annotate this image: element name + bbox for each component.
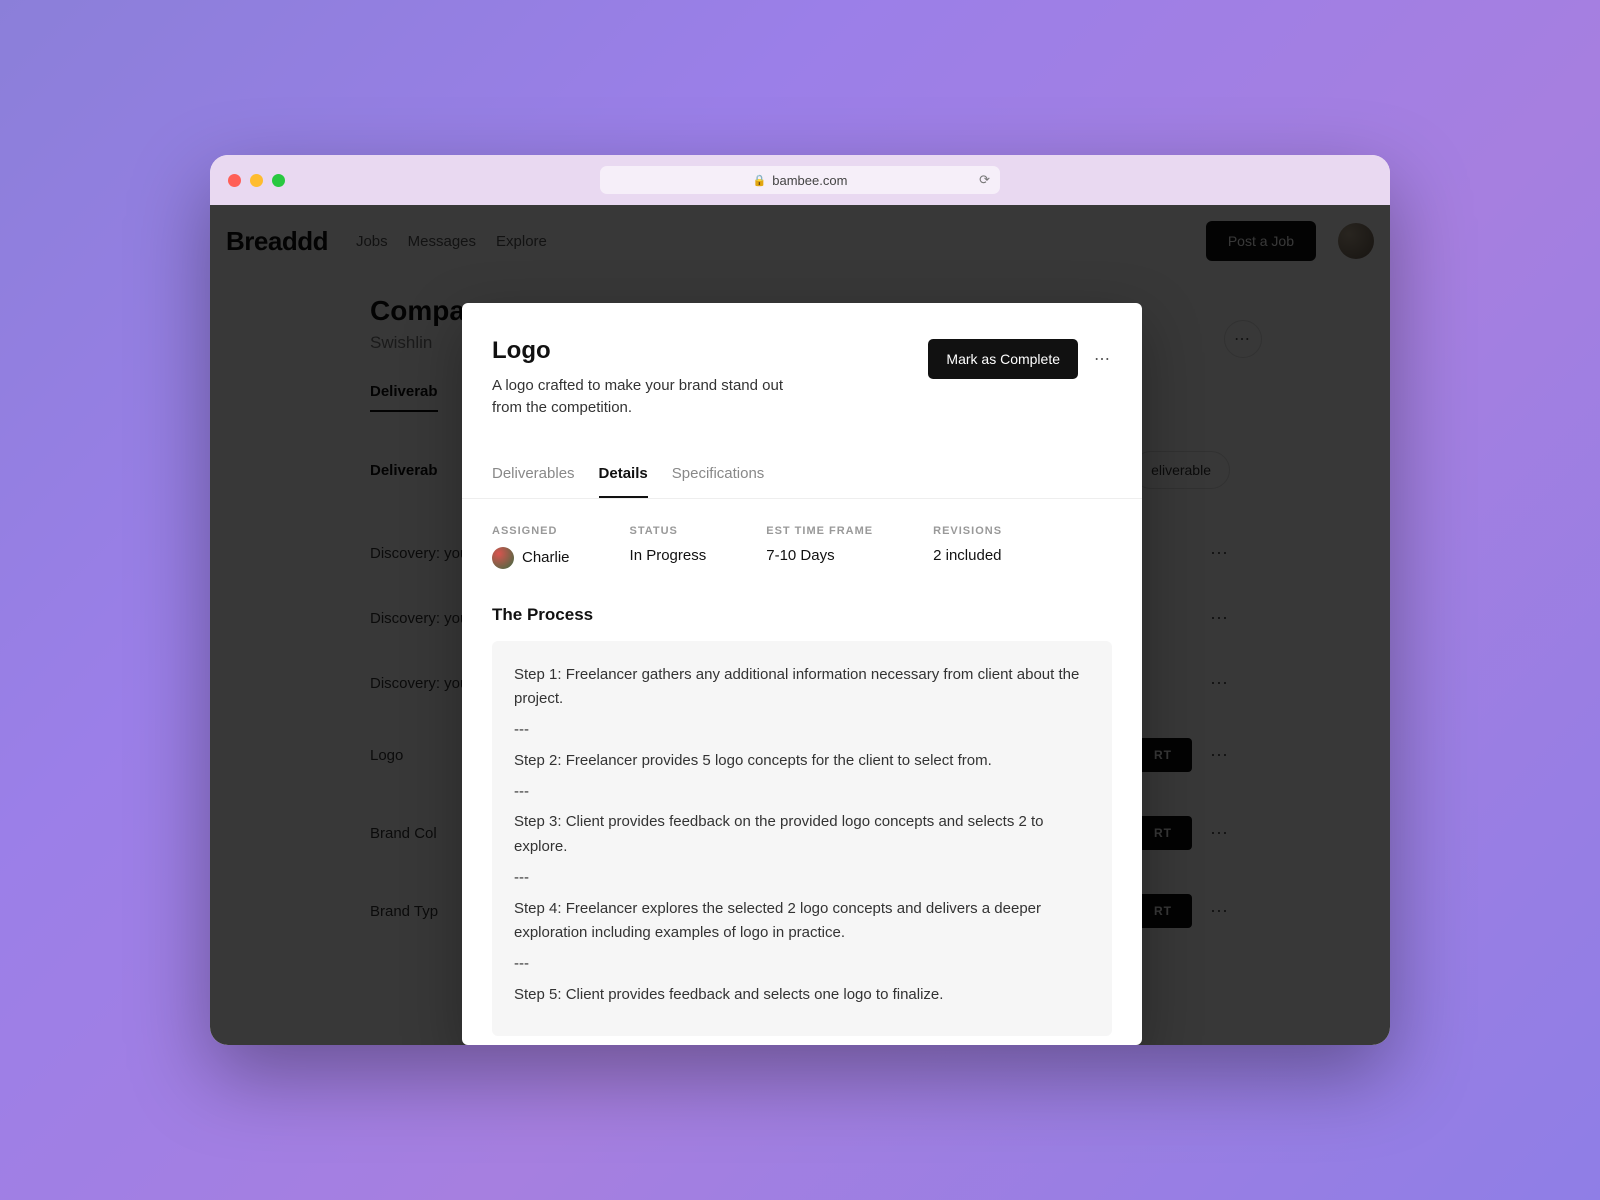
meta-revisions: REVISIONS 2 included (933, 525, 1002, 569)
modal-tab-specifications[interactable]: Specifications (672, 465, 765, 498)
meta-row: ASSIGNED Charlie STATUS In Progress EST … (492, 525, 1112, 569)
meta-label: EST TIME FRAME (766, 525, 873, 537)
close-window-button[interactable] (228, 174, 241, 187)
modal-description: A logo crafted to make your brand stand … (492, 375, 792, 419)
process-step: Step 3: Client provides feedback on the … (514, 810, 1090, 860)
process-divider: --- (514, 780, 1090, 805)
process-heading: The Process (492, 605, 1112, 625)
browser-titlebar: 🔒 bambee.com ⟳ (210, 155, 1390, 205)
assignee-name: Charlie (522, 549, 570, 566)
mark-complete-button[interactable]: Mark as Complete (928, 339, 1078, 379)
modal-tabs: Deliverables Details Specifications (462, 465, 1142, 499)
lock-icon: 🔒 (753, 174, 767, 187)
browser-window: 🔒 bambee.com ⟳ Breaddd Jobs Messages Exp… (210, 155, 1390, 1045)
meta-value: Charlie (492, 547, 570, 569)
modal-tab-deliverables[interactable]: Deliverables (492, 465, 575, 498)
assignee-avatar (492, 547, 514, 569)
meta-label: ASSIGNED (492, 525, 570, 537)
url-text: bambee.com (772, 173, 847, 188)
process-step: Step 4: Freelancer explores the selected… (514, 897, 1090, 947)
process-step: Step 1: Freelancer gathers any additiona… (514, 663, 1090, 713)
process-box: Step 1: Freelancer gathers any additiona… (492, 641, 1112, 1036)
meta-label: STATUS (630, 525, 707, 537)
process-divider: --- (514, 718, 1090, 743)
modal-title: Logo (492, 337, 792, 365)
modal-menu-icon[interactable]: ⋯ (1094, 349, 1112, 369)
meta-value: 7-10 Days (766, 547, 873, 564)
meta-label: REVISIONS (933, 525, 1002, 537)
window-controls (228, 174, 285, 187)
refresh-icon[interactable]: ⟳ (979, 172, 990, 188)
meta-value: In Progress (630, 547, 707, 564)
process-step: Step 5: Client provides feedback and sel… (514, 983, 1090, 1008)
app-body: Breaddd Jobs Messages Explore Post a Job… (210, 205, 1390, 1045)
deliverable-modal: Logo A logo crafted to make your brand s… (462, 303, 1142, 1045)
address-bar[interactable]: 🔒 bambee.com ⟳ (600, 166, 1000, 194)
process-divider: --- (514, 866, 1090, 891)
process-step: Step 2: Freelancer provides 5 logo conce… (514, 749, 1090, 774)
modal-header: Logo A logo crafted to make your brand s… (492, 337, 1112, 419)
meta-status: STATUS In Progress (630, 525, 707, 569)
minimize-window-button[interactable] (250, 174, 263, 187)
meta-value: 2 included (933, 547, 1002, 564)
modal-tab-details[interactable]: Details (599, 465, 648, 498)
meta-timeframe: EST TIME FRAME 7-10 Days (766, 525, 873, 569)
maximize-window-button[interactable] (272, 174, 285, 187)
process-divider: --- (514, 952, 1090, 977)
meta-assigned: ASSIGNED Charlie (492, 525, 570, 569)
